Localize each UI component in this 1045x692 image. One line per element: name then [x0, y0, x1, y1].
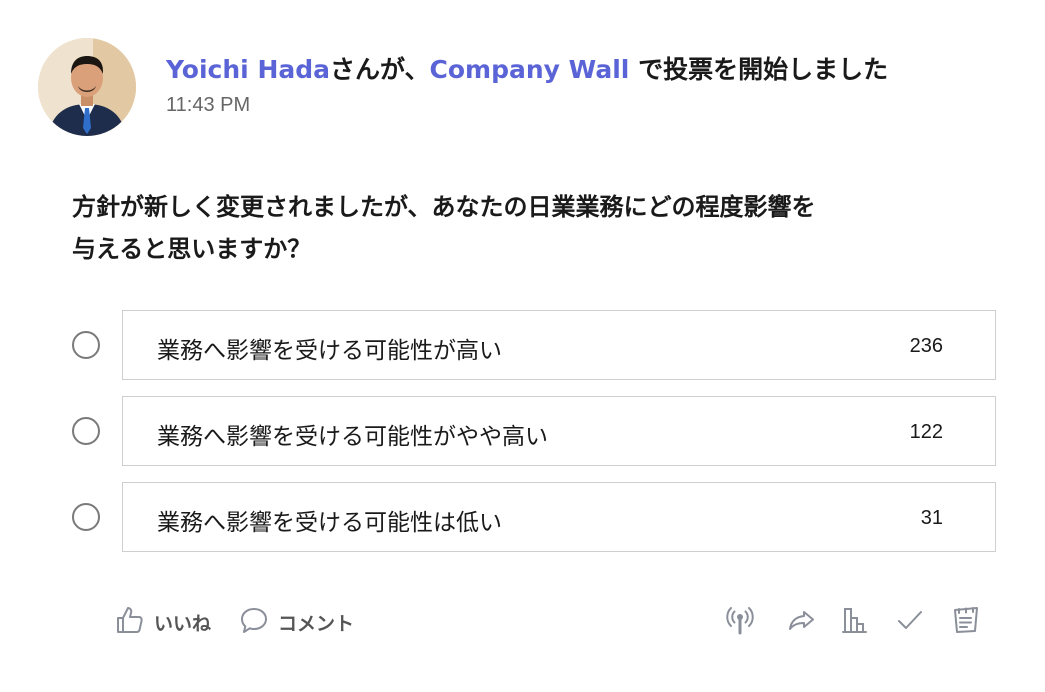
post-timestamp: 11:43 PM	[166, 94, 251, 116]
share-button[interactable]	[784, 604, 820, 640]
author-link[interactable]: Yoichi Hada	[166, 55, 330, 84]
company-wall-link[interactable]: Company Wall	[430, 55, 630, 84]
comment-button[interactable]: コメント	[238, 600, 354, 644]
notes-button[interactable]	[948, 604, 984, 640]
share-icon	[786, 604, 818, 640]
post-header: Yoichi Hadaさんが、Company Wall で投票を開始しました	[166, 50, 888, 86]
option-3-count: 31	[920, 507, 943, 529]
poll-options: 業務へ影響を受ける可能性が高い 236 業務へ影響を受ける可能性がやや高い 12…	[72, 310, 996, 568]
action-prefix-text: さんが、	[330, 55, 430, 84]
option-3-box[interactable]: 業務へ影響を受ける可能性は低い 31	[122, 482, 996, 552]
comment-icon	[238, 604, 270, 640]
comment-label: コメント	[278, 612, 355, 635]
poll-question-line-2: 与えると思いますか？	[72, 235, 312, 263]
author-avatar[interactable]	[38, 38, 136, 136]
option-3-label: 業務へ影響を受ける可能性は低い	[157, 510, 502, 536]
like-label: いいね	[154, 612, 212, 635]
option-1-count: 236	[909, 335, 943, 357]
poll-option-3: 業務へ影響を受ける可能性は低い 31	[72, 482, 996, 552]
action-suffix-text: で投票を開始しました	[629, 55, 889, 84]
option-2-count: 122	[909, 421, 943, 443]
post-actions-bar: いいね コメント	[114, 600, 984, 644]
stats-button[interactable]	[836, 604, 872, 640]
poll-option-2: 業務へ影響を受ける可能性がやや高い 122	[72, 396, 996, 466]
option-2-box[interactable]: 業務へ影響を受ける可能性がやや高い 122	[122, 396, 996, 466]
option-1-radio[interactable]	[72, 331, 100, 359]
like-icon	[114, 604, 146, 640]
broadcast-button[interactable]	[722, 604, 758, 640]
check-icon	[894, 604, 926, 640]
poll-option-1: 業務へ影響を受ける可能性が高い 236	[72, 310, 996, 380]
broadcast-icon	[724, 604, 756, 640]
option-2-radio[interactable]	[72, 417, 100, 445]
option-3-radio[interactable]	[72, 503, 100, 531]
avatar-image	[38, 38, 136, 136]
stats-icon	[838, 604, 870, 640]
option-1-box[interactable]: 業務へ影響を受ける可能性が高い 236	[122, 310, 996, 380]
notes-icon	[950, 604, 982, 640]
option-1-label: 業務へ影響を受ける可能性が高い	[157, 338, 502, 364]
option-2-label: 業務へ影響を受ける可能性がやや高い	[157, 424, 548, 450]
like-button[interactable]: いいね	[114, 600, 211, 644]
poll-question-line-1: 方針が新しく変更されましたが、あなたの日業業務にどの程度影響を	[72, 193, 816, 221]
check-button[interactable]	[892, 604, 928, 640]
poll-question: 方針が新しく変更されましたが、あなたの日業業務にどの程度影響を 与えると思います…	[72, 186, 912, 270]
